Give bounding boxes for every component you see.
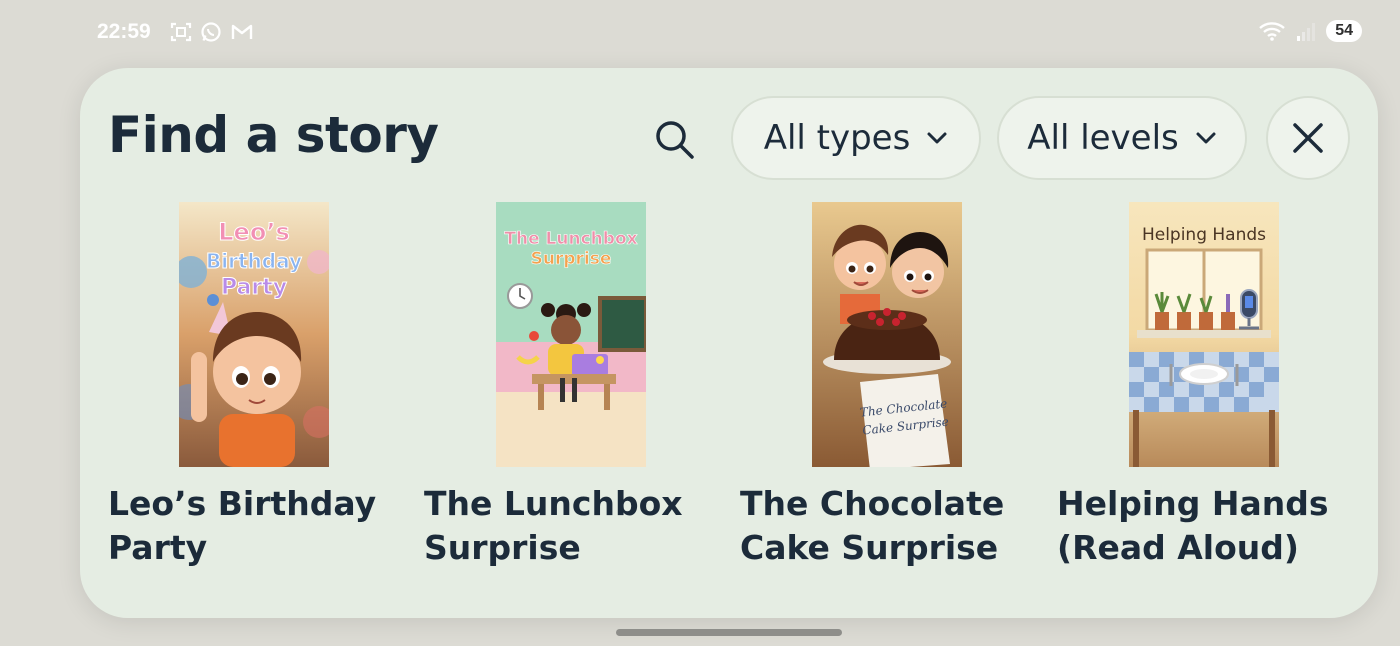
level-filter-dropdown[interactable]: All levels	[997, 96, 1247, 180]
dialog-title: Find a story	[108, 106, 439, 164]
cover-text-line: Leo’s	[218, 218, 289, 246]
story-title[interactable]: Leo’s Birthday Party	[108, 482, 408, 570]
status-left-icons	[170, 21, 254, 43]
whatsapp-icon	[201, 22, 221, 42]
home-indicator[interactable]	[616, 629, 842, 636]
cover-text-line: Surprise	[531, 249, 612, 269]
cover-illustration-lunchbox: The Lunchbox Surprise	[496, 202, 646, 467]
type-filter-label: All types	[763, 118, 911, 158]
cover-illustration-birthday: Leo’s Birthday Party	[179, 202, 329, 467]
signal-icon	[1297, 23, 1316, 41]
story-cover[interactable]: The Lunchbox Surprise	[496, 202, 646, 467]
gmail-icon	[231, 24, 253, 39]
search-icon	[656, 121, 694, 159]
story-cover[interactable]: Helping Hands	[1129, 202, 1279, 467]
cover-illustration-helping-hands: Helping Hands	[1129, 202, 1279, 467]
screenshot-icon	[170, 22, 192, 42]
story-cover[interactable]: Leo’s Birthday Party	[179, 202, 329, 467]
cover-text-line: Helping Hands	[1142, 225, 1266, 245]
status-time: 22:59	[97, 20, 151, 43]
screen: 22:59 54 Find a story All types All leve…	[0, 0, 1400, 646]
status-right: 54	[1258, 20, 1362, 42]
story-cover[interactable]: The Chocolate Cake Surprise	[812, 202, 962, 467]
search-button[interactable]	[650, 115, 700, 165]
story-title[interactable]: Helping Hands (Read Aloud)	[1057, 482, 1357, 570]
type-filter-dropdown[interactable]: All types	[731, 96, 981, 180]
cover-text-line: Birthday	[206, 249, 302, 273]
level-filter-label: All levels	[1027, 118, 1179, 158]
wifi-icon	[1259, 22, 1286, 41]
story-list: Leo’s Birthday Party Leo’s Birthday Part…	[80, 202, 1378, 582]
chevron-down-icon	[1196, 132, 1216, 144]
story-title[interactable]: The Chocolate Cake Surprise	[740, 482, 1040, 570]
find-story-dialog: Find a story All types All levels Leo’s …	[80, 68, 1378, 618]
cover-illustration-chocolate-cake: The Chocolate Cake Surprise	[812, 202, 962, 467]
chevron-down-icon	[927, 132, 947, 144]
story-title[interactable]: The Lunchbox Surprise	[424, 482, 724, 570]
close-icon	[1293, 123, 1323, 153]
cover-text-line: The Lunchbox	[504, 229, 637, 249]
battery-level: 54	[1326, 20, 1362, 42]
cover-text-line: Party	[221, 275, 287, 300]
close-button[interactable]	[1266, 96, 1350, 180]
